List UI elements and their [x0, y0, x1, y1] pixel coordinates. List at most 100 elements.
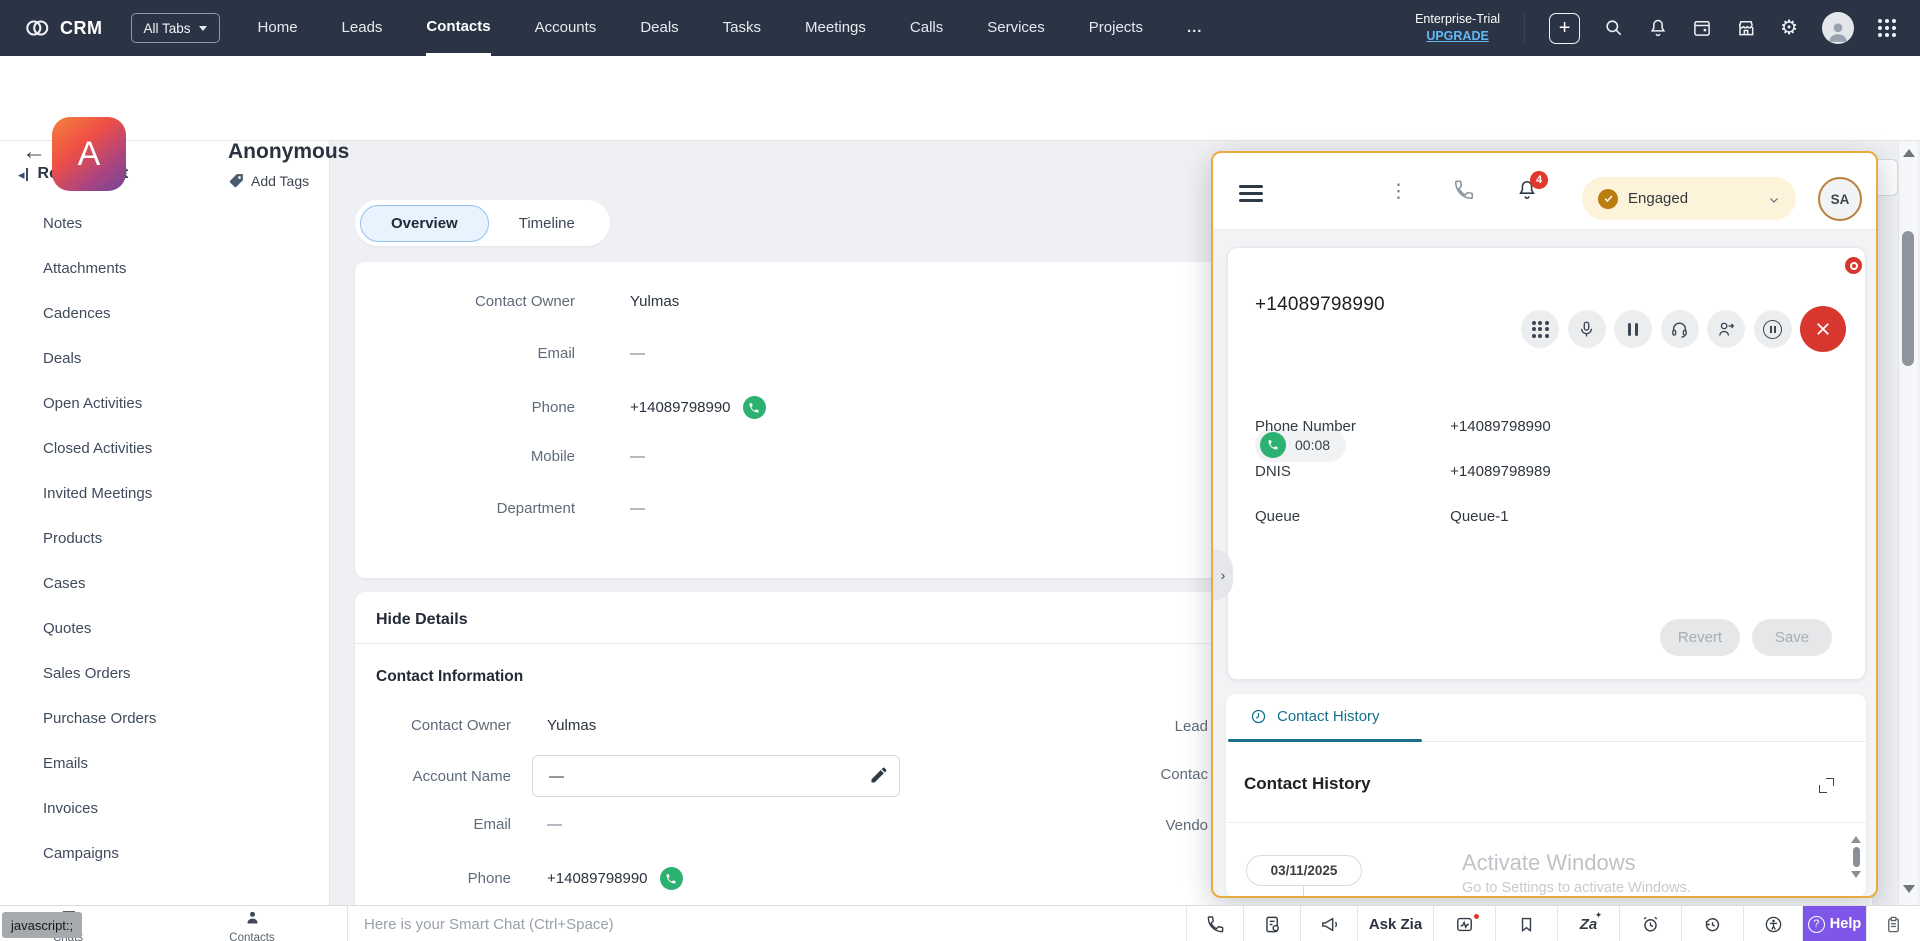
ask-zia-button[interactable]: Ask Zia [1357, 906, 1433, 941]
crm-logo[interactable]: CRM [26, 18, 103, 39]
marketplace-icon[interactable] [1736, 18, 1756, 38]
revert-button[interactable]: Revert [1660, 619, 1740, 656]
end-call-button[interactable] [1800, 306, 1846, 352]
search-icon[interactable] [1604, 18, 1624, 38]
account-name-input[interactable] [532, 755, 900, 797]
call-phone-icon[interactable] [743, 396, 766, 419]
call-phone-icon[interactable] [660, 867, 683, 890]
smart-chat-area [347, 906, 1186, 941]
sidebar-item-attachments[interactable]: Attachments [0, 246, 329, 291]
sidebar-item-cadences[interactable]: Cadences [0, 291, 329, 336]
mute-mic-icon[interactable] [1568, 310, 1606, 348]
calendar-icon[interactable] [1692, 18, 1712, 38]
field-label: Phone [355, 399, 575, 416]
transfer-call-icon[interactable] [1707, 310, 1745, 348]
menu-hamburger-icon[interactable] [1239, 185, 1263, 202]
quick-create-button[interactable]: + [1549, 13, 1580, 44]
apps-grid-icon[interactable] [1878, 19, 1896, 37]
active-call-card: +14089798990 [1227, 247, 1866, 680]
kebab-menu-icon[interactable]: ⋮ [1389, 180, 1408, 203]
history-clock-icon[interactable] [1681, 906, 1743, 941]
field-label: Email [355, 816, 511, 833]
summary-row-contact-owner: Contact Owner Yulmas [355, 293, 1195, 310]
all-tabs-dropdown[interactable]: All Tabs [131, 13, 220, 43]
headset-monitor-icon[interactable] [1661, 310, 1699, 348]
agent-avatar[interactable]: SA [1818, 177, 1862, 221]
page-scroll-thumb[interactable] [1902, 231, 1914, 366]
sidebar-item-cases[interactable]: Cases [0, 561, 329, 606]
save-button[interactable]: Save [1752, 619, 1832, 656]
zia-insights-icon[interactable] [1433, 906, 1495, 941]
nav-tab-deals[interactable]: Deals [640, 0, 678, 56]
nav-tab-home[interactable]: Home [258, 0, 298, 56]
nav-tab-projects[interactable]: Projects [1089, 0, 1143, 56]
nav-tab-meetings[interactable]: Meetings [805, 0, 866, 56]
agent-status-dropdown[interactable]: Engaged [1582, 177, 1796, 220]
page-scroll-down-arrow[interactable] [1903, 885, 1915, 893]
sidebar-item-campaigns[interactable]: Campaigns [0, 831, 329, 876]
dialpad-icon[interactable] [1521, 310, 1559, 348]
sidebar-item-products[interactable]: Products [0, 516, 329, 561]
sidebar-item-invited-meetings[interactable]: Invited Meetings [0, 471, 329, 516]
contacts-dock-item[interactable]: Contacts [224, 909, 280, 941]
sidebar-item-deals[interactable]: Deals [0, 336, 329, 381]
clipped-label-contact: Contac [1088, 766, 1208, 783]
nav-tab-contacts[interactable]: Contacts [426, 0, 490, 56]
sidebar-item-closed-activities[interactable]: Closed Activities [0, 426, 329, 471]
nav-tab-accounts[interactable]: Accounts [535, 0, 597, 56]
announcement-megaphone-icon[interactable] [1300, 906, 1357, 941]
timeline-connector [1303, 886, 1304, 898]
alarm-reminder-icon[interactable] [1619, 906, 1681, 941]
field-label: Department [355, 500, 575, 517]
zia-sketch-icon[interactable]: Za✦ [1557, 906, 1619, 941]
clipboard-icon[interactable] [1866, 906, 1920, 941]
sidebar-item-open-activities[interactable]: Open Activities [0, 381, 329, 426]
nav-tab-tasks[interactable]: Tasks [723, 0, 761, 56]
settings-gear-icon[interactable]: ⚙ [1780, 18, 1798, 38]
question-icon: ? [1808, 916, 1825, 933]
expand-icon[interactable] [1819, 778, 1834, 793]
tab-contact-history[interactable]: Contact History [1250, 708, 1380, 725]
tab-timeline[interactable]: Timeline [489, 205, 605, 242]
page-scrollbar [1898, 141, 1918, 905]
sidebar-item-notes[interactable]: Notes [0, 201, 329, 246]
scroll-down-arrow[interactable] [1851, 871, 1861, 878]
detail-row-contact-owner: Contact Owner Yulmas [355, 717, 596, 734]
sidebar-item-invoices[interactable]: Invoices [0, 786, 329, 831]
nav-tab-services[interactable]: Services [987, 0, 1045, 56]
smart-chat-input[interactable] [348, 906, 1186, 941]
feedback-doc-icon[interactable] [1243, 906, 1300, 941]
upgrade-link[interactable]: UPGRADE [1415, 28, 1500, 45]
softphone-icon[interactable] [1453, 179, 1475, 201]
page-scroll-up-arrow[interactable] [1903, 149, 1915, 157]
hide-details-toggle[interactable]: Hide Details [376, 611, 468, 629]
crm-app: CRM All Tabs Home Leads Contacts Account… [0, 0, 1920, 941]
phone-tool-icon[interactable] [1186, 906, 1243, 941]
sidebar-item-quotes[interactable]: Quotes [0, 606, 329, 651]
add-tags-label: Add Tags [251, 173, 309, 189]
back-arrow-icon[interactable]: ← [22, 140, 46, 164]
hold-pause-icon[interactable] [1614, 310, 1652, 348]
sidebar-item-emails[interactable]: Emails [0, 741, 329, 786]
nav-tab-leads[interactable]: Leads [342, 0, 383, 56]
add-tags-button[interactable]: Add Tags [228, 172, 349, 189]
scroll-up-arrow[interactable] [1851, 836, 1861, 843]
history-date-chip[interactable]: 03/11/2025 [1246, 855, 1362, 886]
bookmark-tag-icon[interactable] [1495, 906, 1557, 941]
record-pause-icon[interactable] [1754, 310, 1792, 348]
sidebar-item-sales-orders[interactable]: Sales Orders [0, 651, 329, 696]
scroll-thumb[interactable] [1853, 847, 1860, 867]
sidebar-item-purchase-orders[interactable]: Purchase Orders [0, 696, 329, 741]
link-status-tooltip: javascript:; [2, 912, 82, 938]
person-icon [244, 909, 261, 926]
edit-pencil-icon[interactable] [869, 765, 889, 785]
help-button[interactable]: ? Help [1802, 906, 1866, 941]
nav-tab-calls[interactable]: Calls [910, 0, 943, 56]
nav-more-button[interactable]: ... [1187, 0, 1203, 56]
accessibility-icon[interactable] [1743, 906, 1802, 941]
field-label: Mobile [355, 448, 575, 465]
tab-overview[interactable]: Overview [360, 205, 489, 242]
user-avatar[interactable] [1822, 12, 1854, 44]
notifications-bell-icon[interactable] [1648, 18, 1668, 38]
collapse-sidebar-icon[interactable]: ◂ [18, 168, 28, 181]
